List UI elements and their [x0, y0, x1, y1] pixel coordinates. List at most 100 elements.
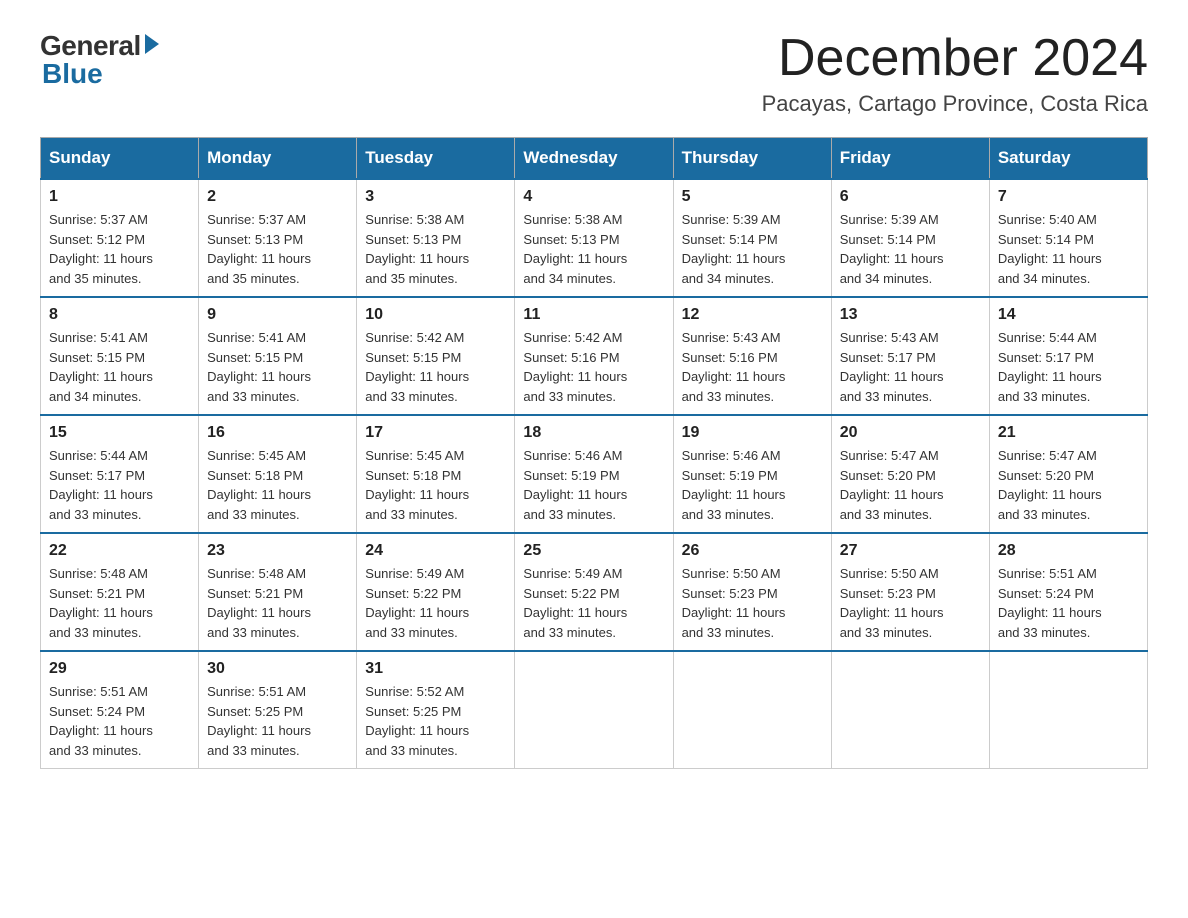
- calendar-week-row-3: 15Sunrise: 5:44 AMSunset: 5:17 PMDayligh…: [41, 415, 1148, 533]
- calendar-header-monday: Monday: [199, 138, 357, 180]
- calendar-cell-3-3: 17 Sunrise: 5:45 AMSunset: 5:18 PMDayligh…: [357, 415, 515, 533]
- calendar-cell-2-3: 10Sunrise: 5:42 AMSunset: 5:15 PMDayligh…: [357, 297, 515, 415]
- calendar-cell-2-4: 11 Sunrise: 5:42 AMSunset: 5:16 PMDayligh…: [515, 297, 673, 415]
- calendar-cell-1-1: 1 Sunrise: 5:37 AMSunset: 5:12 PMDaylight…: [41, 179, 199, 297]
- day-info: Sunrise: 5:38 AMSunset: 5:13 PMDaylight:…: [365, 210, 506, 288]
- calendar-cell-4-4: 25 Sunrise: 5:49 AMSunset: 5:22 PMDayligh…: [515, 533, 673, 651]
- day-number: 26: [682, 542, 823, 560]
- page-header: General Blue December 2024 Pacayas, Cart…: [40, 30, 1148, 117]
- calendar-cell-5-7: [989, 651, 1147, 769]
- day-number: 5: [682, 188, 823, 206]
- day-number: 7: [998, 188, 1139, 206]
- logo: General Blue: [40, 30, 159, 90]
- calendar-cell-1-4: 4Sunrise: 5:38 AMSunset: 5:13 PMDaylight…: [515, 179, 673, 297]
- day-number: 11: [523, 306, 664, 324]
- day-info: Sunrise: 5:51 AMSunset: 5:24 PMDaylight:…: [998, 564, 1139, 642]
- day-info: Sunrise: 5:48 AMSunset: 5:21 PMDaylight:…: [207, 564, 348, 642]
- day-info: Sunrise: 5:46 AMSunset: 5:19 PMDaylight:…: [682, 446, 823, 524]
- day-number: 4: [523, 188, 664, 206]
- day-info: Sunrise: 5:50 AMSunset: 5:23 PMDaylight:…: [682, 564, 823, 642]
- day-number: 12: [682, 306, 823, 324]
- calendar-header-row: SundayMondayTuesdayWednesdayThursdayFrid…: [41, 138, 1148, 180]
- calendar-cell-3-1: 15Sunrise: 5:44 AMSunset: 5:17 PMDayligh…: [41, 415, 199, 533]
- day-number: 2: [207, 188, 348, 206]
- calendar-cell-4-2: 23 Sunrise: 5:48 AMSunset: 5:21 PMDayligh…: [199, 533, 357, 651]
- day-number: 19: [682, 424, 823, 442]
- calendar-cell-5-3: 31Sunrise: 5:52 AMSunset: 5:25 PMDayligh…: [357, 651, 515, 769]
- day-info: Sunrise: 5:51 AMSunset: 5:24 PMDaylight:…: [49, 682, 190, 760]
- day-info: Sunrise: 5:39 AMSunset: 5:14 PMDaylight:…: [682, 210, 823, 288]
- calendar-cell-3-6: 20 Sunrise: 5:47 AMSunset: 5:20 PMDayligh…: [831, 415, 989, 533]
- calendar-header-thursday: Thursday: [673, 138, 831, 180]
- day-info: Sunrise: 5:49 AMSunset: 5:22 PMDaylight:…: [523, 564, 664, 642]
- day-number: 9: [207, 306, 348, 324]
- calendar-cell-5-4: [515, 651, 673, 769]
- day-info: Sunrise: 5:42 AMSunset: 5:16 PMDaylight:…: [523, 328, 664, 406]
- day-info: Sunrise: 5:40 AMSunset: 5:14 PMDaylight:…: [998, 210, 1139, 288]
- logo-blue-text: Blue: [42, 58, 103, 90]
- calendar-header-saturday: Saturday: [989, 138, 1147, 180]
- day-info: Sunrise: 5:52 AMSunset: 5:25 PMDaylight:…: [365, 682, 506, 760]
- day-number: 14: [998, 306, 1139, 324]
- calendar-header-tuesday: Tuesday: [357, 138, 515, 180]
- calendar-cell-4-6: 27 Sunrise: 5:50 AMSunset: 5:23 PMDayligh…: [831, 533, 989, 651]
- day-number: 1: [49, 188, 190, 206]
- day-info: Sunrise: 5:48 AMSunset: 5:21 PMDaylight:…: [49, 564, 190, 642]
- day-number: 3: [365, 188, 506, 206]
- day-number: 18: [523, 424, 664, 442]
- day-number: 28: [998, 542, 1139, 560]
- day-number: 25: [523, 542, 664, 560]
- calendar-cell-3-5: 19 Sunrise: 5:46 AMSunset: 5:19 PMDayligh…: [673, 415, 831, 533]
- day-number: 23: [207, 542, 348, 560]
- day-info: Sunrise: 5:45 AMSunset: 5:18 PMDaylight:…: [365, 446, 506, 524]
- day-number: 27: [840, 542, 981, 560]
- calendar-cell-2-5: 12 Sunrise: 5:43 AMSunset: 5:16 PMDayligh…: [673, 297, 831, 415]
- calendar-cell-5-1: 29 Sunrise: 5:51 AMSunset: 5:24 PMDayligh…: [41, 651, 199, 769]
- day-number: 6: [840, 188, 981, 206]
- calendar-week-row-4: 22 Sunrise: 5:48 AMSunset: 5:21 PMDayligh…: [41, 533, 1148, 651]
- day-info: Sunrise: 5:46 AMSunset: 5:19 PMDaylight:…: [523, 446, 664, 524]
- day-info: Sunrise: 5:37 AMSunset: 5:12 PMDaylight:…: [49, 210, 190, 288]
- calendar-cell-2-6: 13Sunrise: 5:43 AMSunset: 5:17 PMDayligh…: [831, 297, 989, 415]
- day-number: 16: [207, 424, 348, 442]
- day-number: 21: [998, 424, 1139, 442]
- day-number: 29: [49, 660, 190, 678]
- day-number: 15: [49, 424, 190, 442]
- day-number: 17: [365, 424, 506, 442]
- calendar-cell-2-1: 8Sunrise: 5:41 AMSunset: 5:15 PMDaylight…: [41, 297, 199, 415]
- day-info: Sunrise: 5:49 AMSunset: 5:22 PMDaylight:…: [365, 564, 506, 642]
- calendar-header-friday: Friday: [831, 138, 989, 180]
- day-number: 30: [207, 660, 348, 678]
- day-info: Sunrise: 5:37 AMSunset: 5:13 PMDaylight:…: [207, 210, 348, 288]
- day-number: 24: [365, 542, 506, 560]
- calendar-week-row-1: 1 Sunrise: 5:37 AMSunset: 5:12 PMDaylight…: [41, 179, 1148, 297]
- day-info: Sunrise: 5:47 AMSunset: 5:20 PMDaylight:…: [840, 446, 981, 524]
- title-block: December 2024 Pacayas, Cartago Province,…: [762, 30, 1148, 117]
- calendar-cell-5-2: 30Sunrise: 5:51 AMSunset: 5:25 PMDayligh…: [199, 651, 357, 769]
- day-info: Sunrise: 5:50 AMSunset: 5:23 PMDaylight:…: [840, 564, 981, 642]
- logo-triangle-icon: [145, 34, 159, 54]
- day-info: Sunrise: 5:47 AMSunset: 5:20 PMDaylight:…: [998, 446, 1139, 524]
- calendar-header-wednesday: Wednesday: [515, 138, 673, 180]
- calendar-cell-3-2: 16 Sunrise: 5:45 AMSunset: 5:18 PMDayligh…: [199, 415, 357, 533]
- calendar-cell-1-6: 6 Sunrise: 5:39 AMSunset: 5:14 PMDaylight…: [831, 179, 989, 297]
- calendar-cell-1-3: 3 Sunrise: 5:38 AMSunset: 5:13 PMDaylight…: [357, 179, 515, 297]
- calendar-cell-4-7: 28 Sunrise: 5:51 AMSunset: 5:24 PMDayligh…: [989, 533, 1147, 651]
- day-info: Sunrise: 5:39 AMSunset: 5:14 PMDaylight:…: [840, 210, 981, 288]
- calendar-cell-3-7: 21 Sunrise: 5:47 AMSunset: 5:20 PMDayligh…: [989, 415, 1147, 533]
- day-number: 20: [840, 424, 981, 442]
- calendar-cell-4-1: 22 Sunrise: 5:48 AMSunset: 5:21 PMDayligh…: [41, 533, 199, 651]
- calendar-cell-5-6: [831, 651, 989, 769]
- day-number: 22: [49, 542, 190, 560]
- day-info: Sunrise: 5:43 AMSunset: 5:16 PMDaylight:…: [682, 328, 823, 406]
- location-subtitle: Pacayas, Cartago Province, Costa Rica: [762, 91, 1148, 117]
- calendar-cell-2-2: 9 Sunrise: 5:41 AMSunset: 5:15 PMDaylight…: [199, 297, 357, 415]
- calendar-cell-4-5: 26 Sunrise: 5:50 AMSunset: 5:23 PMDayligh…: [673, 533, 831, 651]
- calendar-cell-1-7: 7 Sunrise: 5:40 AMSunset: 5:14 PMDaylight…: [989, 179, 1147, 297]
- day-number: 13: [840, 306, 981, 324]
- calendar-week-row-2: 8 Sunrise: 5:41 AMSunset: 5:15 PMDaylight…: [41, 297, 1148, 415]
- day-info: Sunrise: 5:41 AMSunset: 5:15 PMDaylight:…: [207, 328, 348, 406]
- day-info: Sunrise: 5:44 AMSunset: 5:17 PMDaylight:…: [998, 328, 1139, 406]
- day-number: 8: [49, 306, 190, 324]
- day-info: Sunrise: 5:45 AMSunset: 5:18 PMDaylight:…: [207, 446, 348, 524]
